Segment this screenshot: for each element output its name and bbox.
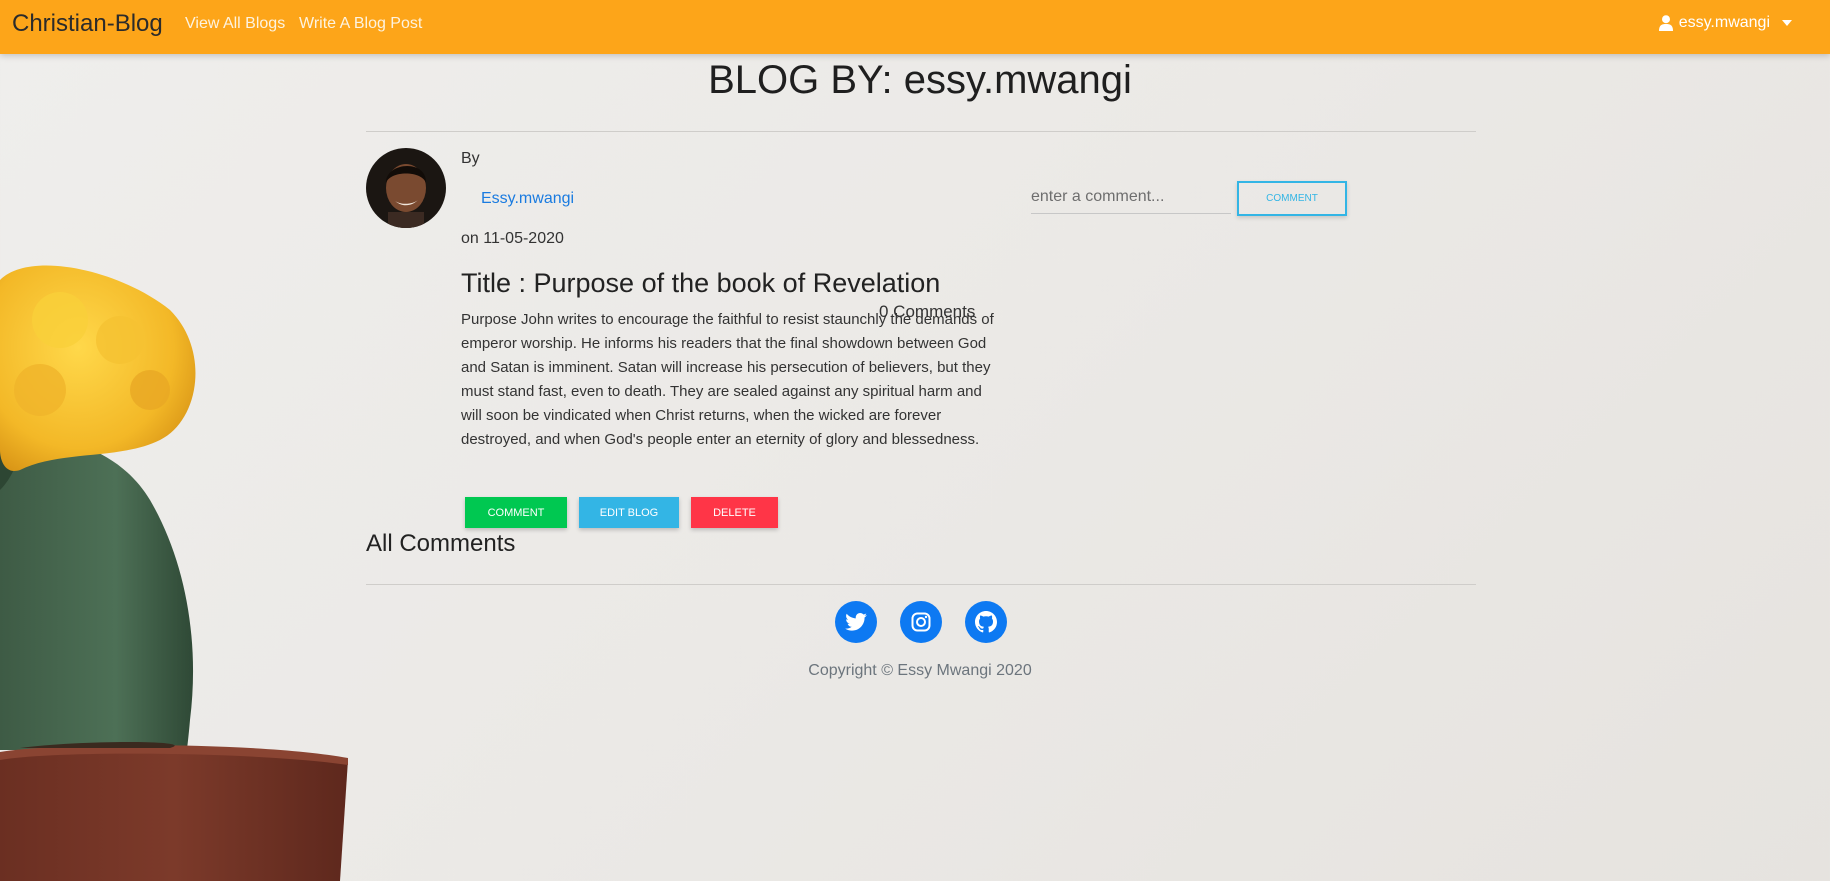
comment-input[interactable] (1031, 181, 1231, 214)
edit-blog-button[interactable]: EDIT BLOG (579, 497, 679, 528)
brand-logo[interactable]: Christian-Blog (12, 10, 163, 38)
divider-bottom (366, 584, 1476, 585)
user-dropdown[interactable]: essy.mwangi (1658, 14, 1792, 32)
avatar-photo (366, 148, 446, 228)
by-label: By (461, 150, 480, 167)
github-link[interactable] (965, 601, 1007, 643)
submit-comment-button[interactable]: COMMENT (1237, 181, 1347, 216)
post-body: Purpose John writes to encourage the fai… (461, 311, 994, 448)
post-date: on 11-05-2020 (461, 230, 564, 247)
navbar: Christian-Blog View All Blogs Write A Bl… (0, 0, 1830, 54)
instagram-icon (911, 612, 931, 632)
nav-link-view-all-blogs[interactable]: View All Blogs (185, 15, 285, 33)
author-link[interactable]: Essy.mwangi (481, 190, 574, 208)
caret-down-icon (1782, 20, 1792, 26)
page-title: BLOG BY: essy.mwangi (708, 58, 1132, 102)
cactus-plant-image (0, 265, 348, 881)
comment-button[interactable]: COMMENT (465, 497, 567, 528)
instagram-link[interactable] (900, 601, 942, 643)
user-icon (1658, 15, 1673, 31)
post-title: Title : Purpose of the book of Revelatio… (461, 268, 941, 298)
twitter-link[interactable] (835, 601, 877, 643)
author-avatar (366, 148, 446, 228)
all-comments-heading: All Comments (366, 530, 516, 557)
nav-link-write-blog-post[interactable]: Write A Blog Post (299, 15, 422, 33)
user-name: essy.mwangi (1678, 14, 1770, 31)
divider-top (366, 131, 1476, 132)
twitter-icon (845, 613, 867, 631)
delete-button[interactable]: DELETE (691, 497, 778, 528)
github-icon (975, 611, 997, 633)
